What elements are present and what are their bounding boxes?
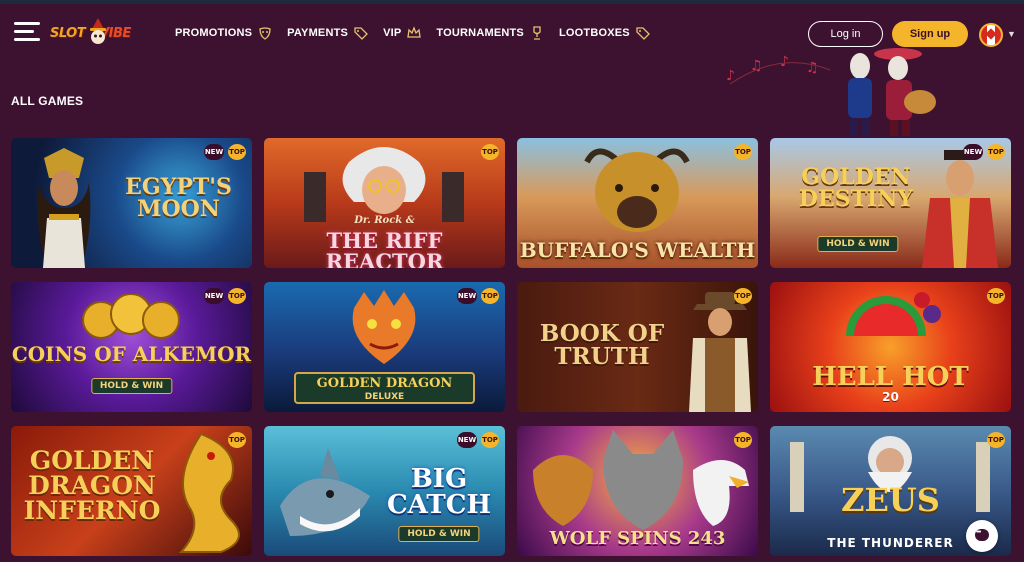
crown-icon <box>407 26 422 38</box>
section-title: ALL GAMES <box>11 94 84 108</box>
badge-top: TOP <box>987 288 1005 304</box>
game-tile-buffalos-wealth[interactable]: BUFFALO'S WEALTH TOP <box>517 138 758 268</box>
dragon-art <box>178 432 240 553</box>
game-title: GOLDEN DESTINY <box>798 164 914 212</box>
nav-label: PAYMENTS <box>287 27 349 39</box>
game-tile-golden-destiny[interactable]: GOLDEN DESTINY HOLD & WIN NEW TOP <box>770 138 1011 268</box>
buffalo-art <box>584 148 690 232</box>
badge-top: TOP <box>734 432 752 448</box>
game-tile-riff-reactor[interactable]: Dr. Rock & THE RIFF REACTOR TOP <box>264 138 505 268</box>
nav-label: TOURNAMENTS <box>436 27 524 39</box>
nav-label: LOOTBOXES <box>558 27 630 39</box>
game-tile-coins-of-alkemor[interactable]: COINS OF ALKEMOR HOLD & WIN NEW TOP <box>11 282 252 412</box>
logo-mascot-icon <box>90 18 106 44</box>
fruit-art <box>846 292 941 336</box>
game-subtitle: DELUXE <box>364 392 405 402</box>
game-tile-egypts-moon[interactable]: EGYPT'S MOON NEW TOP <box>11 138 252 268</box>
game-title: HELL HOT <box>812 362 969 392</box>
badge-top: TOP <box>228 288 246 304</box>
mask-icon <box>259 27 271 40</box>
animals-art <box>533 430 749 530</box>
hold-win-label: HOLD & WIN <box>398 526 480 542</box>
game-title: BIG CATCH <box>386 464 492 520</box>
character-art <box>689 292 751 412</box>
mariachi-banner-art: ♪♫ ♪ ♫ <box>726 48 936 136</box>
badge-new: NEW <box>204 288 224 304</box>
character-art <box>304 147 464 222</box>
dragon-art <box>352 290 416 364</box>
badge-top: TOP <box>481 144 499 160</box>
nav-lootboxes[interactable]: LOOTBOXES <box>559 26 650 40</box>
badge-new: NEW <box>457 288 477 304</box>
game-tile-golden-dragon-deluxe[interactable]: GOLDEN DRAGON DELUXE NEW TOP <box>264 282 505 412</box>
svg-text:♪: ♪ <box>780 54 789 70</box>
hold-win-label: HOLD & WIN <box>90 378 173 394</box>
character-art <box>37 148 91 268</box>
menu-icon[interactable] <box>14 22 40 42</box>
game-tile-book-of-truth[interactable]: BOOK OF TRUTH TOP <box>517 282 758 412</box>
nav-label: VIP <box>383 27 402 39</box>
game-title: THE RIFF REACTOR <box>325 228 444 268</box>
game-title: GOLDEN DRAGON INFERNO <box>23 446 161 525</box>
site-logo[interactable]: SLOT VIBE <box>50 16 142 52</box>
language-selector[interactable]: ▼ <box>979 23 1019 47</box>
tag-icon <box>636 27 650 40</box>
game-subtitle: 20 <box>882 390 899 404</box>
shark-art <box>280 448 370 536</box>
chat-icon[interactable] <box>966 520 998 552</box>
chevron-down-icon: ▼ <box>1007 29 1016 39</box>
trophy-icon <box>533 26 541 40</box>
nav-label: PROMOTIONS <box>175 27 253 39</box>
game-tile-golden-dragon-inferno[interactable]: GOLDEN DRAGON INFERNO TOP <box>11 426 252 556</box>
tag-icon <box>354 27 368 40</box>
badge-new: NEW <box>963 144 983 160</box>
badge-top: TOP <box>481 288 499 304</box>
game-tile-hell-hot-20[interactable]: HELL HOT 20 TOP <box>770 282 1011 412</box>
game-title: BOOK OF TRUTH <box>539 320 665 370</box>
badge-top: TOP <box>734 288 752 304</box>
hold-win-label: HOLD & WIN <box>817 236 899 252</box>
game-title: COINS OF ALKEMOR <box>11 342 252 366</box>
badge-new: NEW <box>204 144 224 160</box>
nav-tournaments[interactable]: TOURNAMENTS <box>436 26 544 40</box>
game-subtitle: Dr. Rock & <box>354 215 415 226</box>
badge-top: TOP <box>228 432 246 448</box>
badge-top: TOP <box>228 144 246 160</box>
badge-new: NEW <box>457 432 477 448</box>
nav-vip[interactable]: VIP <box>383 26 422 40</box>
game-title: WOLF SPINS 243 <box>549 528 726 549</box>
game-tile-big-catch[interactable]: BIG CATCH HOLD & WIN NEW TOP <box>264 426 505 556</box>
badge-top: TOP <box>734 144 752 160</box>
nav-payments[interactable]: PAYMENTS <box>287 26 368 40</box>
badge-top: TOP <box>987 144 1005 160</box>
game-title: EGYPT'S MOON <box>125 174 232 222</box>
main-nav: PROMOTIONS PAYMENTS VIP TOURNAMENTS LOOT… <box>175 26 665 40</box>
badge-top: TOP <box>481 432 499 448</box>
game-tile-wolf-spins-243[interactable]: WOLF SPINS 243 TOP <box>517 426 758 556</box>
game-title: GOLDEN DRAGON <box>316 376 453 391</box>
nav-promotions[interactable]: PROMOTIONS <box>175 26 272 40</box>
game-title: BUFFALO'S WEALTH <box>519 238 756 262</box>
badge-top: TOP <box>987 432 1005 448</box>
coins-art <box>82 294 180 339</box>
svg-text:♫: ♫ <box>806 60 819 76</box>
game-title: ZEUS <box>841 481 940 519</box>
